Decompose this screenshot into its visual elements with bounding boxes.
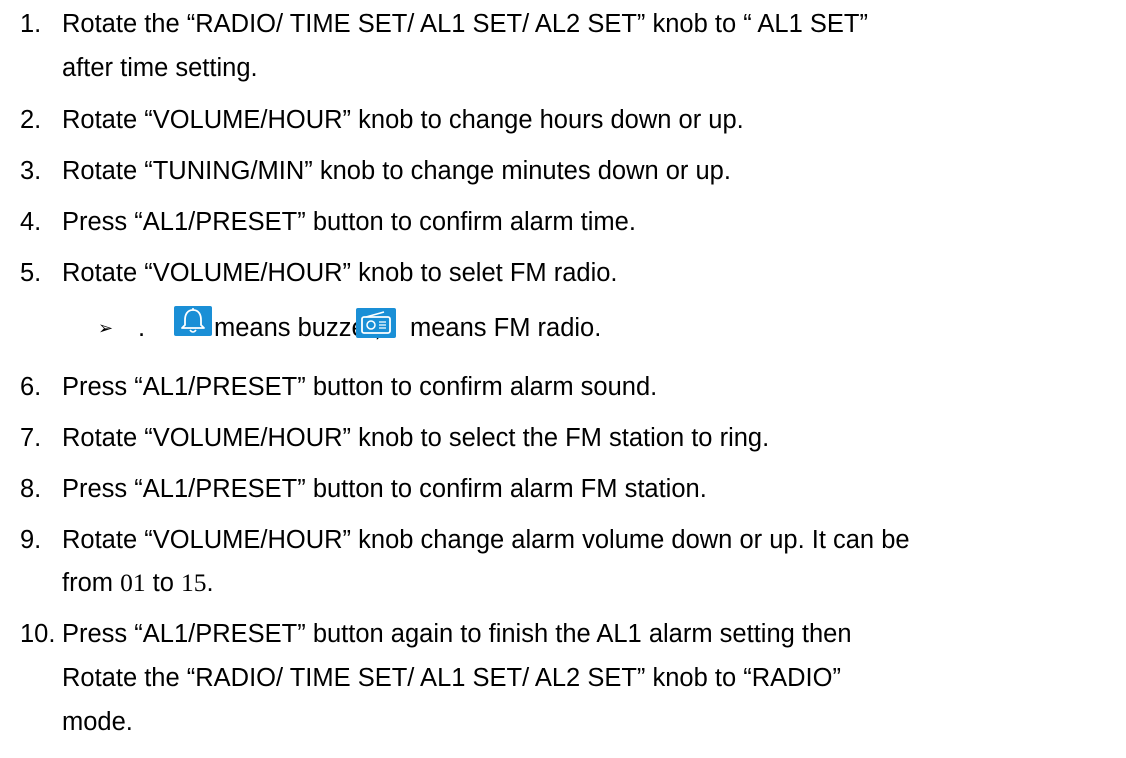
step-number: 2. — [20, 106, 42, 134]
radio-label: means FM radio. — [410, 314, 602, 342]
radio-icon — [356, 308, 396, 338]
step-number: 4. — [20, 208, 42, 236]
step-10-continuation-2: mode. — [62, 708, 133, 736]
range-min-value: 01 — [120, 568, 146, 597]
range-max-value: 15 — [181, 568, 207, 597]
step-number: 3. — [20, 157, 42, 185]
step-number: 8. — [20, 475, 42, 503]
step-number: 6. — [20, 373, 42, 401]
instruction-document: 1. Rotate the “RADIO/ TIME SET/ AL1 SET/… — [0, 0, 1126, 758]
bell-icon — [174, 306, 212, 336]
step-1-continuation: after time setting. — [62, 54, 258, 82]
range-connector: to — [145, 569, 182, 597]
step-10-continuation: Rotate the “RADIO/ TIME SET/ AL1 SET/ AL… — [62, 664, 841, 692]
step-text: Rotate “VOLUME/HOUR” knob to select the … — [62, 424, 770, 452]
step-9-continuation: from 01 to 15. — [62, 563, 214, 603]
range-suffix: . — [206, 569, 214, 597]
step-number: 7. — [20, 424, 42, 452]
step-text: Rotate “VOLUME/HOUR” knob to selet FM ra… — [62, 259, 618, 287]
step-text: Press “AL1/PRESET” button again to finis… — [62, 620, 852, 648]
step-text: Press “AL1/PRESET” button to confirm ala… — [62, 475, 707, 503]
range-prefix: from — [62, 569, 121, 597]
arrow-bullet-icon: ➢ — [98, 318, 114, 338]
step-number: 9. — [20, 526, 42, 554]
step-number: 5. — [20, 259, 42, 287]
bullet-dot: . — [138, 314, 146, 342]
step-text: Press “AL1/PRESET” button to confirm ala… — [62, 208, 636, 236]
step-number: 10. — [20, 620, 56, 648]
step-text: Press “AL1/PRESET” button to confirm ala… — [62, 373, 658, 401]
step-text: Rotate “VOLUME/HOUR” knob to change hour… — [62, 106, 744, 134]
step-text: Rotate the “RADIO/ TIME SET/ AL1 SET/ AL… — [62, 10, 868, 38]
step-number: 1. — [20, 10, 42, 38]
step-text: Rotate “TUNING/MIN” knob to change minut… — [62, 157, 731, 185]
step-text: Rotate “VOLUME/HOUR” knob change alarm v… — [62, 526, 910, 554]
